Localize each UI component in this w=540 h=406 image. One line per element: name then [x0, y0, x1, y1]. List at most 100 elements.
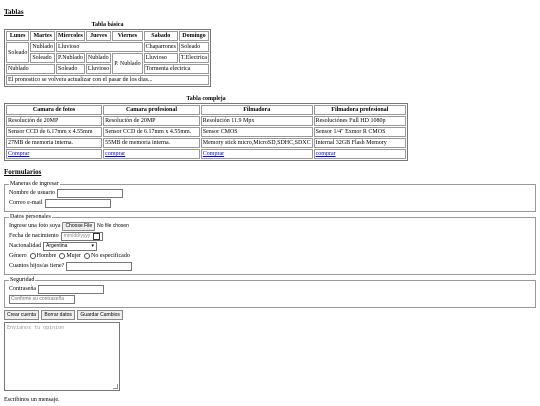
- table-cell: comprar: [313, 149, 406, 159]
- children-input[interactable]: [66, 261, 133, 271]
- table-cell: Soleado: [56, 64, 85, 74]
- message-label: Escribinos un mensaje.: [4, 397, 60, 403]
- header-cell: Lunes: [6, 31, 30, 41]
- table-row: Soleado P.Nublado Nublado P. Nublado Llu…: [6, 53, 209, 74]
- nationality-label: Nacionalidad: [9, 242, 41, 249]
- personal-legend: Datos personales: [10, 214, 51, 220]
- email-row: Correo e-mail: [9, 198, 531, 208]
- children-label: Cuantos hijos/as tiene?: [9, 262, 65, 269]
- forms-section-title: Formularios: [4, 168, 42, 176]
- personal-fieldset: Datos personales Ingrese una foto suya C…: [4, 214, 536, 275]
- username-row: Nombre de usuario: [9, 188, 531, 198]
- gender-radio-male[interactable]: [29, 253, 36, 259]
- table-cell: P. Nublado: [112, 53, 143, 74]
- table-cell: 27MB de memoria interna.: [6, 138, 103, 148]
- calendar-icon[interactable]: [93, 232, 101, 240]
- table-cell: T.Electrica: [178, 53, 209, 63]
- header-cell: Miercoles: [56, 31, 85, 41]
- confirm-password-input[interactable]: [9, 294, 75, 304]
- gender-option-label: No especificado: [91, 252, 130, 259]
- table-cell: Lluvioso: [143, 53, 178, 63]
- table-cell: Comprar: [200, 149, 313, 159]
- table-cell: Resoluciónes Full HD 1080p: [313, 116, 406, 126]
- buy-link[interactable]: Comprar: [203, 151, 224, 157]
- table-cell: Internal 32GB Flash Memory: [313, 138, 406, 148]
- login-fieldset: Maneras de ingresar Nombre de usuario Co…: [4, 181, 536, 212]
- dob-input[interactable]: mm/dd/yyyy: [60, 231, 104, 241]
- photo-row: Ingrese una foto suya Choose File No fil…: [9, 221, 531, 231]
- table-cell: Resolución de 20MP: [103, 116, 200, 126]
- resize-grip-icon[interactable]: [113, 384, 118, 389]
- header-cell: Camara profesional: [103, 105, 200, 115]
- page: Tablas Tabla básica Lunes Martes Miercol…: [0, 0, 540, 406]
- table-cell: Soleado: [178, 42, 209, 52]
- header-cell: Viernes: [112, 31, 143, 41]
- basic-table-header-row: Lunes Martes Miercoles Jueves Viernes Sa…: [6, 31, 209, 41]
- table-cell: Nublado: [30, 42, 56, 52]
- dob-label: Fecha de nacimiento: [9, 232, 59, 239]
- table-cell: Resolución 11.9 Mpx: [200, 116, 313, 126]
- table-row: Comprar comprar Comprar comprar: [6, 149, 406, 159]
- table-cell: Lluvioso: [56, 42, 143, 52]
- save-changes-button[interactable]: Guardar Cambios: [77, 310, 123, 320]
- confirm-row: [9, 294, 531, 304]
- username-label: Nombre de usuario: [9, 189, 55, 196]
- table-row: Soleado Nublado Lluvioso Chaparrones Sol…: [6, 42, 209, 63]
- table-row: El pronostico se volvera actualizar con …: [6, 75, 209, 85]
- chevron-down-icon: ▾: [91, 242, 94, 249]
- table-cell: Tormenta electrica: [143, 64, 209, 74]
- header-cell: Filmadora profesional: [313, 105, 406, 115]
- complex-table-header-row: Camara de fotos Camara profesional Filma…: [6, 105, 406, 115]
- tables-section-title: Tablas: [4, 8, 24, 16]
- buy-link[interactable]: Comprar: [8, 151, 29, 157]
- file-status: No file chosen: [97, 222, 129, 229]
- nationality-value: Argentina: [46, 242, 68, 249]
- security-legend: Seguridad: [10, 277, 35, 283]
- gender-radio-unspecified[interactable]: [84, 253, 91, 259]
- table-row: Resolución de 20MP Resolución de 20MP Re…: [6, 116, 406, 126]
- complex-table: Tabla compleja Camara de fotos Camara pr…: [4, 95, 408, 161]
- email-input[interactable]: [44, 198, 111, 208]
- gender-label: Género: [9, 252, 27, 259]
- dob-row: Fecha de nacimiento mm/dd/yyyy: [9, 231, 531, 241]
- table-footer: El pronostico se volvera actualizar con …: [6, 75, 209, 85]
- buy-link[interactable]: comprar: [316, 151, 336, 157]
- nationality-select[interactable]: Argentina ▾: [43, 241, 97, 251]
- table-row: Nublado Soleado Lluvioso Tormenta electr…: [6, 64, 209, 74]
- gender-option-label: Mujer: [66, 252, 82, 259]
- table-cell: Nublado: [6, 64, 56, 74]
- buy-link[interactable]: comprar: [105, 151, 125, 157]
- gender-radio-female[interactable]: [59, 253, 66, 259]
- header-cell: Filmadora: [200, 105, 313, 115]
- opinion-placeholder: Envianos tu opinion: [7, 325, 65, 331]
- table-cell: Soleado: [30, 53, 56, 63]
- table-row: Sensor CCD de 6.17mm x 4.55mm Sensor CCD…: [6, 127, 406, 137]
- choose-file-button[interactable]: Choose File: [62, 221, 96, 231]
- login-legend: Maneras de ingresar: [10, 181, 59, 187]
- username-input[interactable]: [57, 188, 123, 198]
- email-label: Correo e-mail: [9, 199, 43, 206]
- form-buttons: Crear cuenta Borrar datos Guardar Cambio…: [4, 310, 536, 320]
- header-cell: Domingo: [178, 31, 209, 41]
- table-cell: Nublado: [85, 53, 112, 63]
- nationality-row: Nacionalidad Argentina ▾: [9, 241, 531, 251]
- gender-row: Género Hombre Mujer No especificado: [9, 251, 531, 261]
- basic-table: Tabla básica Lunes Martes Miercoles Juev…: [4, 21, 211, 87]
- opinion-textarea[interactable]: Envianos tu opinion: [4, 322, 120, 391]
- header-cell: Jueves: [85, 31, 112, 41]
- table-cell: Sensor CCD de 6.17mm x 4.55mm.: [103, 127, 200, 137]
- table-cell: Lluvioso: [85, 64, 112, 74]
- create-account-button[interactable]: Crear cuenta: [4, 310, 39, 320]
- table-cell: 55MB de memoria interna.: [103, 138, 200, 148]
- password-input[interactable]: [38, 284, 104, 294]
- photo-label: Ingrese una foto suya: [9, 222, 61, 229]
- table-cell: Sensor 1/4" Exmor R CMOS: [313, 127, 406, 137]
- table-cell: Chaparrones: [143, 42, 178, 52]
- table-cell: Sensor CMOS: [200, 127, 313, 137]
- table-cell: Memory stick micro,MicroSD,SDHC,SDXC: [200, 138, 313, 148]
- header-cell: Martes: [30, 31, 56, 41]
- password-label: Contraseña: [9, 285, 36, 292]
- clear-data-button[interactable]: Borrar datos: [41, 310, 75, 320]
- header-cell: Camara de fotos: [6, 105, 103, 115]
- table-cell: Sensor CCD de 6.17mm x 4.55mm: [6, 127, 103, 137]
